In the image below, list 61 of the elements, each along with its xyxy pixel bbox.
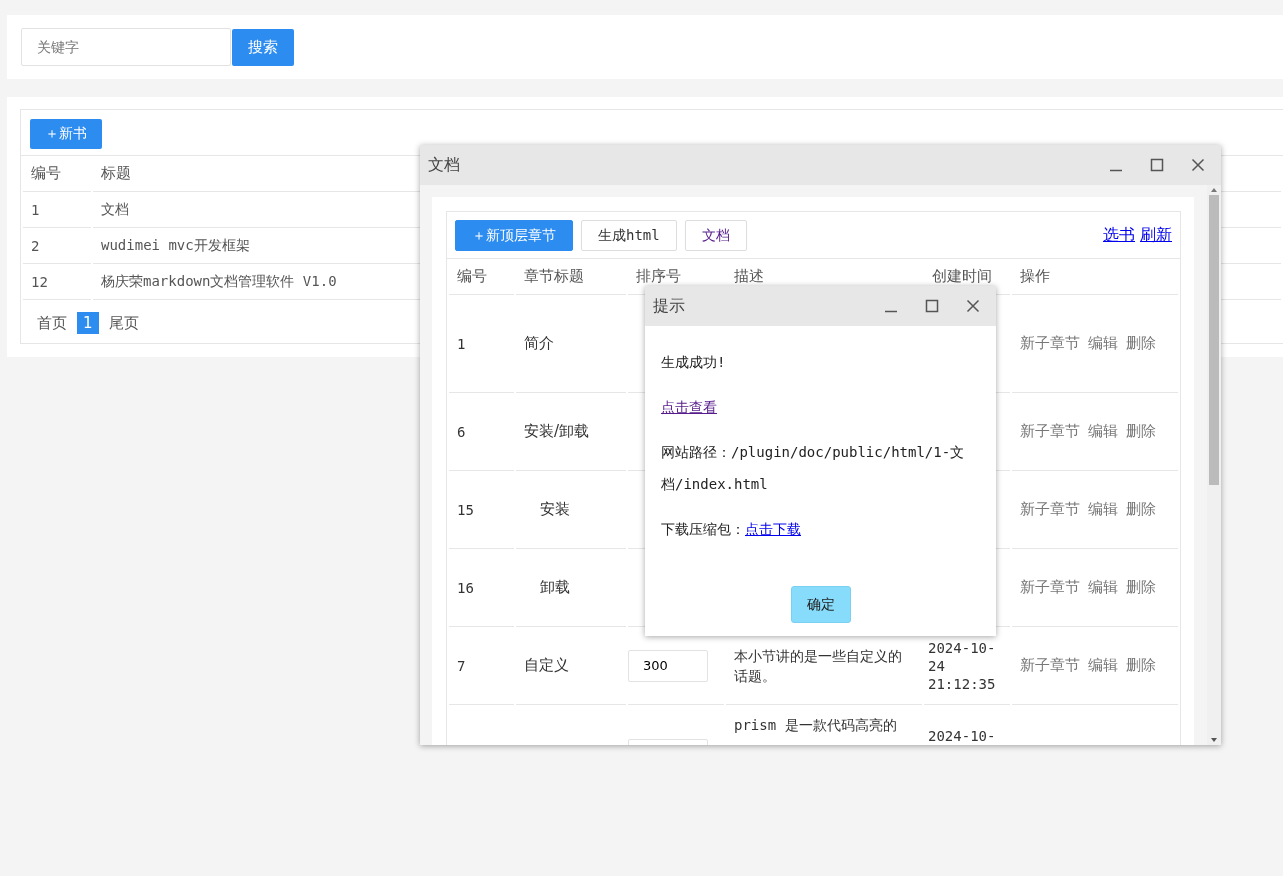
- description-text: 本小节讲的是一些自定义的话题。: [734, 647, 902, 684]
- action-link[interactable]: 删除: [1126, 422, 1156, 440]
- action-link[interactable]: 新子章节: [1020, 422, 1080, 440]
- table-cell: 1: [23, 192, 91, 228]
- ok-button[interactable]: 确定: [790, 586, 851, 623]
- action-link[interactable]: 删除: [1126, 578, 1156, 596]
- action-link[interactable]: 删除: [1126, 334, 1156, 352]
- table-cell: 15: [457, 501, 474, 518]
- maximize-icon[interactable]: [1150, 158, 1164, 172]
- view-link[interactable]: 点击查看: [661, 399, 717, 415]
- toolbar-button[interactable]: 生成html: [581, 220, 677, 251]
- column-header: 操作: [1012, 259, 1178, 295]
- table-cell: 12: [23, 264, 91, 300]
- table-cell: 6: [457, 423, 466, 440]
- toolbar-button[interactable]: ＋新顶层章节: [455, 220, 573, 251]
- action-link[interactable]: 编辑: [1088, 578, 1118, 596]
- search-button[interactable]: 搜索: [232, 28, 294, 66]
- first-page-link[interactable]: 首页: [37, 313, 67, 333]
- chapter-title: 安装/卸载: [524, 422, 590, 440]
- action-link[interactable]: 新子章节: [1020, 656, 1080, 674]
- column-header: 编号: [449, 259, 514, 295]
- toolbar-link[interactable]: 选书: [1103, 225, 1135, 246]
- close-icon[interactable]: [1191, 158, 1205, 172]
- action-link[interactable]: 编辑: [1088, 334, 1118, 352]
- chapter-title: 自定义: [524, 656, 569, 674]
- table-cell: 2: [23, 228, 91, 264]
- action-link[interactable]: 新子章节: [1020, 334, 1080, 352]
- window-title: 文档: [428, 154, 460, 176]
- action-link[interactable]: 新子章节: [1020, 578, 1080, 596]
- download-link[interactable]: 点击下载: [745, 521, 801, 537]
- sort-field[interactable]: 300: [628, 649, 708, 682]
- last-page-link[interactable]: 尾页: [108, 313, 139, 333]
- toolbar-link[interactable]: 刷新: [1140, 225, 1172, 246]
- toolbar-button[interactable]: 文档: [684, 220, 747, 251]
- action-link[interactable]: 新子章节: [1020, 500, 1080, 518]
- chapter-title: 安装: [539, 500, 570, 518]
- search-field[interactable]: 关键字: [21, 28, 231, 66]
- action-link[interactable]: 编辑: [1088, 422, 1118, 440]
- action-link[interactable]: 编辑: [1088, 656, 1118, 674]
- chapter-title: 卸载: [539, 578, 570, 596]
- action-link[interactable]: 删除: [1126, 500, 1156, 518]
- close-icon[interactable]: [966, 299, 980, 313]
- column-header: 章节标题: [516, 259, 626, 295]
- action-link[interactable]: 编辑: [1088, 500, 1118, 518]
- created-time: 2024-10-24 21:12:35: [928, 639, 996, 692]
- scrollbar-thumb[interactable]: [1209, 195, 1219, 485]
- table-cell: 16: [457, 579, 474, 596]
- page-number[interactable]: 1: [77, 312, 99, 334]
- download-label: 下载压缩包：: [661, 521, 745, 537]
- success-message: 生成成功!: [661, 354, 726, 370]
- table-cell: 1: [457, 335, 466, 352]
- description-text: prism 是一款代码高亮的: [734, 717, 897, 733]
- column-header: 编号: [23, 156, 91, 192]
- maximize-icon[interactable]: [925, 299, 939, 313]
- table-cell: 7: [457, 657, 466, 674]
- site-path-text: 网站路径：/plugin/doc/public/html/1-文档/index.html: [661, 443, 966, 494]
- new-book-button[interactable]: ＋新书: [30, 119, 102, 149]
- action-link[interactable]: 删除: [1126, 656, 1156, 674]
- chapter-title: 简介: [524, 334, 554, 352]
- created-time: 2024-10-: [928, 728, 996, 744]
- scrollbar[interactable]: [1207, 185, 1221, 745]
